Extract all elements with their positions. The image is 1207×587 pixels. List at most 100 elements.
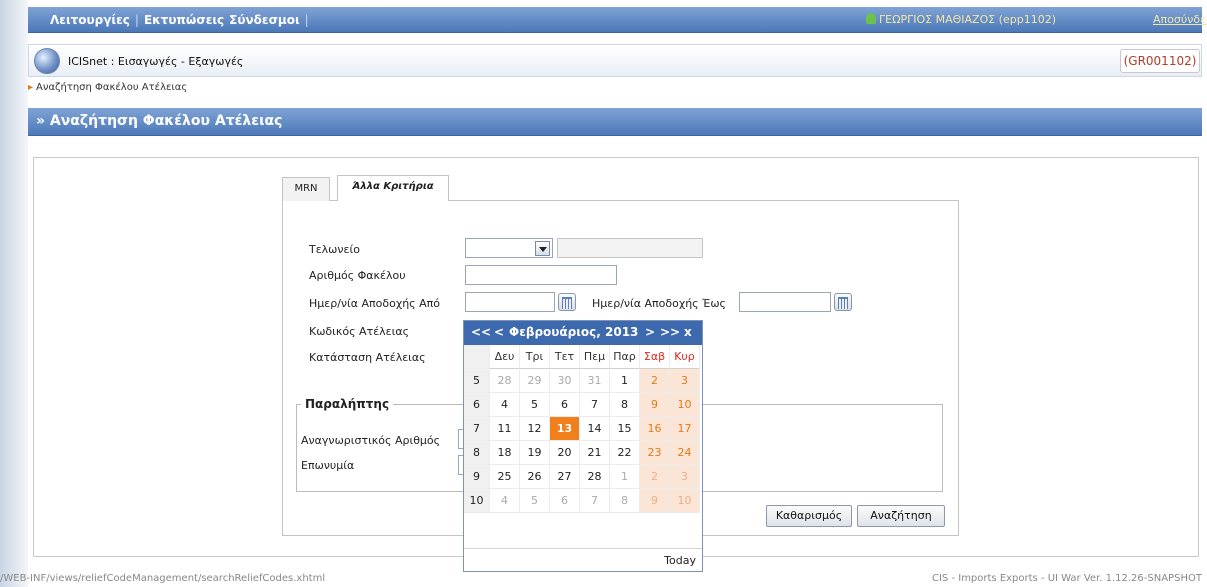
prev-year-button[interactable]: << (471, 325, 491, 339)
customs-office-name-field (557, 238, 703, 258)
calendar-day[interactable]: 13 (550, 417, 580, 441)
weekday-header: Πεμ (580, 345, 610, 369)
calendar-day[interactable]: 1 (610, 465, 640, 489)
user-icon (866, 13, 876, 24)
weekday-header: Σαβ (640, 345, 670, 369)
calendar-day[interactable]: 8 (610, 489, 640, 513)
breadcrumb-item[interactable]: Αναζήτηση Φακέλου Ατέλειας (36, 82, 187, 93)
week-number: 9 (464, 465, 490, 489)
app-title: ICISnet : Εισαγωγές - Εξαγωγές (68, 55, 244, 68)
calendar-day[interactable]: 7 (580, 393, 610, 417)
calendar-day[interactable]: 28 (490, 369, 520, 393)
current-user: ΓΕΩΡΓΙΟΣ ΜΑΘΙΑΖΟΣ (epp1102) (866, 13, 1056, 26)
calendar-day[interactable]: 9 (640, 393, 670, 417)
date-to-label: Ημερ/νία Αποδοχής Έως (592, 297, 727, 310)
calendar-day[interactable]: 30 (550, 369, 580, 393)
page-title: » Αναζήτηση Φακέλου Ατέλειας (36, 113, 283, 129)
calendar-day[interactable]: 2 (640, 465, 670, 489)
recipient-name-label: Επωνυμία (301, 459, 355, 472)
menu-prints[interactable]: Εκτυπώσεις (144, 13, 224, 27)
calendar-day[interactable]: 27 (550, 465, 580, 489)
menu-functions[interactable]: Λειτουργίες (50, 13, 130, 27)
prev-month-button[interactable]: < (494, 325, 504, 339)
calendar-day[interactable]: 22 (610, 441, 640, 465)
week-number: 8 (464, 441, 490, 465)
top-nav-bar: Λειτουργίες | Εκτυπώσεις Σύνδεσμοι | ΓΕΩΡΓΙΟ… (28, 7, 1207, 33)
week-number: 6 (464, 393, 490, 417)
calendar-day[interactable]: 18 (490, 441, 520, 465)
customs-code-badge: (GR001102) (1120, 49, 1200, 73)
calendar-day[interactable]: 31 (580, 369, 610, 393)
calendar-icon[interactable] (558, 293, 576, 311)
week-number: 10 (464, 489, 490, 513)
calendar-day[interactable]: 7 (580, 489, 610, 513)
customs-office-label: Τελωνείο (309, 243, 360, 256)
calendar-day[interactable]: 16 (640, 417, 670, 441)
calendar-day[interactable]: 11 (490, 417, 520, 441)
calendar-day[interactable]: 26 (520, 465, 550, 489)
main-menu: Λειτουργίες | Εκτυπώσεις Σύνδεσμοι | (50, 13, 314, 27)
calendar-day[interactable]: 5 (520, 489, 550, 513)
file-number-input[interactable] (465, 265, 617, 285)
calendar-day[interactable]: 10 (670, 393, 700, 417)
calendar-day[interactable]: 4 (490, 489, 520, 513)
calendar-day[interactable]: 21 (580, 441, 610, 465)
relief-status-label: Κατάσταση Ατέλειας (309, 351, 426, 364)
weekday-header: Κυρ (670, 345, 700, 369)
calendar-day[interactable]: 20 (550, 441, 580, 465)
tab-other-criteria[interactable]: Άλλα Κριτήρια (337, 175, 449, 201)
date-picker-popup: << < Φεβρουάριος, 2013 > >> x Δευ Τρι Τετ Π… (463, 320, 703, 572)
next-month-button[interactable]: > (645, 325, 655, 339)
calendar-day[interactable]: 15 (610, 417, 640, 441)
calendar-day[interactable]: 29 (520, 369, 550, 393)
user-name: ΓΕΩΡΓΙΟΣ ΜΑΘΙΑΖΟΣ (epp1102) (879, 13, 1056, 26)
relief-code-label: Κωδικός Ατέλειας (309, 325, 410, 338)
calendar-day[interactable]: 6 (550, 393, 580, 417)
app-logo-icon (34, 48, 60, 74)
week-number: 5 (464, 369, 490, 393)
breadcrumb: ▸ Αναζήτηση Φακέλου Ατέλειας (28, 82, 187, 93)
page-heading-bar: » Αναζήτηση Φακέλου Ατέλειας (28, 108, 1202, 136)
left-shade (0, 0, 28, 587)
calendar-day[interactable]: 19 (520, 441, 550, 465)
clear-button[interactable]: Καθαρισμός (766, 505, 852, 527)
logout-link[interactable]: Αποσύνδεση (1153, 13, 1207, 26)
weekday-header: Δευ (490, 345, 520, 369)
date-from-input[interactable] (465, 292, 555, 312)
close-icon[interactable]: x (684, 325, 692, 339)
calendar-day[interactable]: 10 (670, 489, 700, 513)
recipient-legend: Παραλήπτης (301, 397, 394, 411)
calendar-day[interactable]: 12 (520, 417, 550, 441)
calendar-icon[interactable] (834, 293, 852, 311)
calendar-day[interactable]: 14 (580, 417, 610, 441)
weekday-header: Τετ (550, 345, 580, 369)
calendar-day[interactable]: 5 (520, 393, 550, 417)
calendar-day[interactable]: 1 (610, 369, 640, 393)
search-button[interactable]: Αναζήτηση (857, 505, 945, 527)
calendar-day[interactable]: 3 (670, 465, 700, 489)
calendar-day[interactable]: 28 (580, 465, 610, 489)
calendar-day[interactable]: 8 (610, 393, 640, 417)
footer-path: /WEB-INF/views/reliefCodeManagement/sear… (0, 573, 326, 584)
calendar-day[interactable]: 23 (640, 441, 670, 465)
chevron-down-icon[interactable] (535, 241, 550, 256)
date-to-input[interactable] (739, 292, 831, 312)
date-from-label: Ημερ/νία Αποδοχής Από (309, 297, 441, 310)
calendar-day[interactable]: 25 (490, 465, 520, 489)
calendar-day[interactable]: 6 (550, 489, 580, 513)
calendar-day[interactable]: 3 (670, 369, 700, 393)
calendar-day[interactable]: 24 (670, 441, 700, 465)
today-button[interactable]: Today (664, 554, 696, 567)
calendar-day[interactable]: 2 (640, 369, 670, 393)
calendar-day[interactable]: 17 (670, 417, 700, 441)
calendar-day[interactable]: 9 (640, 489, 670, 513)
menu-separator: | (304, 13, 309, 27)
tab-mrn[interactable]: MRN (282, 177, 330, 201)
menu-separator: | (134, 13, 139, 27)
menu-links[interactable]: Σύνδεσμοι (229, 13, 300, 27)
next-year-button[interactable]: >> (660, 325, 680, 339)
week-number-header (464, 345, 490, 369)
calendar-day[interactable]: 4 (490, 393, 520, 417)
file-number-label: Αριθμός Φακέλου (309, 269, 406, 282)
calendar-footer: Today (464, 548, 702, 572)
